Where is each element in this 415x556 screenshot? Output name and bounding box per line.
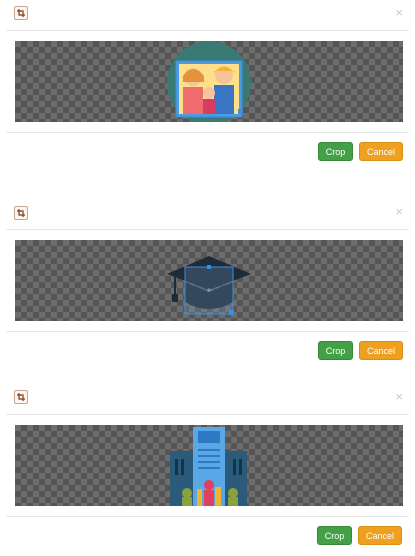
crop-dialog-1: × Crop Cancel <box>0 0 415 170</box>
footer-divider <box>6 331 409 332</box>
image-canvas[interactable] <box>15 41 403 122</box>
crop-button[interactable]: Crop <box>318 142 353 161</box>
close-icon[interactable]: × <box>395 390 403 403</box>
close-icon[interactable]: × <box>395 205 403 218</box>
cancel-button[interactable]: Cancel <box>359 142 403 161</box>
image-canvas[interactable] <box>15 240 403 321</box>
graduation-cap-image <box>167 256 251 315</box>
crop-icon <box>14 390 28 404</box>
family-portrait-image <box>167 41 251 122</box>
crop-icon <box>14 6 28 20</box>
crop-button[interactable]: Crop <box>318 341 353 360</box>
crop-dialog-3: × Crop Cancel <box>0 385 415 556</box>
header-divider <box>6 30 409 31</box>
crop-button[interactable]: Crop <box>317 526 352 545</box>
footer-divider <box>6 132 409 133</box>
header-divider <box>6 414 409 415</box>
crop-dialog-2: × Crop Cancel <box>0 200 415 370</box>
cancel-button[interactable]: Cancel <box>359 341 403 360</box>
image-canvas[interactable] <box>15 425 403 506</box>
footer-divider <box>6 516 409 517</box>
close-icon[interactable]: × <box>395 6 403 19</box>
crop-icon <box>14 206 28 220</box>
school-building-image <box>170 427 247 506</box>
header-divider <box>6 229 409 230</box>
cancel-button[interactable]: Cancel <box>358 526 402 545</box>
